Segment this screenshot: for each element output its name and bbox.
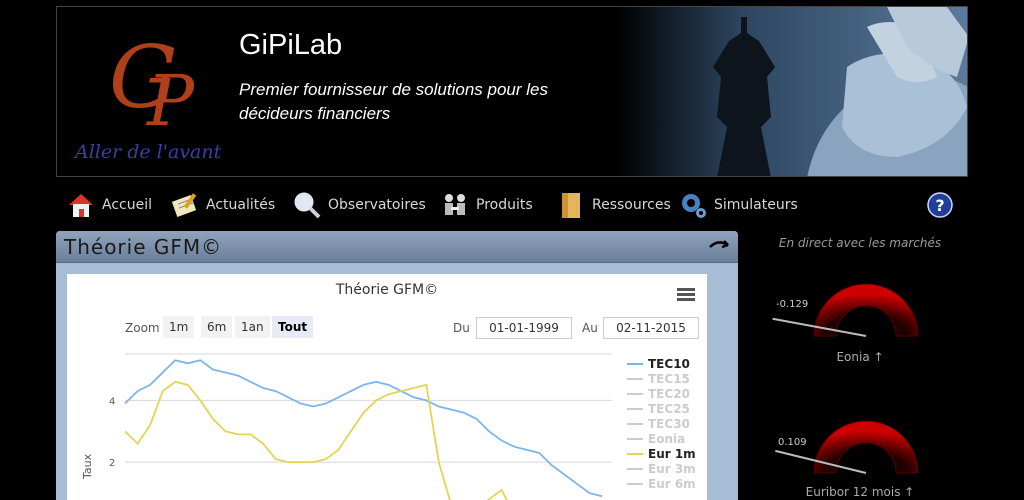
legend-item[interactable]: Eur 6m <box>627 476 696 491</box>
legend-item[interactable]: TEC25 <box>627 401 696 416</box>
legend-label: TEC30 <box>648 416 690 431</box>
legend-label: Eonia <box>648 431 686 446</box>
legend-item[interactable]: Eur 1m <box>627 446 696 461</box>
chart-panel: Théorie GFM© Théorie GFM© Zoom 1m 6m 1an… <box>56 231 738 500</box>
zoom-6m-button[interactable]: 6m <box>201 316 233 338</box>
legend-item[interactable]: Eur 3m <box>627 461 696 476</box>
series-line-eur-1m <box>124 380 508 500</box>
legend-label: Eur 3m <box>648 461 696 476</box>
nav-label: Observatoires <box>328 197 426 213</box>
legend-swatch <box>627 422 643 425</box>
y-tick-label: 2 <box>109 458 115 469</box>
help-icon[interactable]: ? <box>927 192 953 218</box>
handshake-icon <box>445 194 465 215</box>
nav-label: Accueil <box>102 197 152 213</box>
chart-legend: TEC10 TEC15 TEC20 TEC25 TEC30 Eonia Eur 1m Eur … <box>627 356 696 491</box>
gear-icon <box>682 194 706 218</box>
panel-title: Théorie GFM© <box>64 235 223 259</box>
zoom-1m-button[interactable]: 1m <box>163 316 195 338</box>
legend-swatch <box>627 377 643 380</box>
nav-item-observatoires[interactable]: Observatoires <box>292 186 426 224</box>
legend-item[interactable]: TEC30 <box>627 416 696 431</box>
to-label: Au <box>582 321 598 335</box>
chart-title: Théorie GFM© <box>335 282 439 298</box>
gauge-value: -0.129 <box>776 299 809 310</box>
series-line-tec10 <box>124 359 603 498</box>
gauge-arc <box>813 283 919 337</box>
gauge-value: 0.109 <box>778 437 807 448</box>
svg-text:?: ? <box>935 196 944 215</box>
eonia-gauge: -0.129 Eonia ↑ <box>760 278 960 368</box>
folder-icon <box>562 193 580 218</box>
nav-item-accueil[interactable]: Accueil <box>66 186 152 224</box>
nav-item-simulateurs[interactable]: Simulateurs <box>678 186 798 224</box>
site-tagline: Premier fournisseur de solutions pour le… <box>239 80 548 123</box>
chart-plot: 4 2 Taux <box>81 353 612 500</box>
gauge-arc <box>813 420 919 474</box>
gauge-name: Eonia ↑ <box>836 350 884 364</box>
from-date-input[interactable]: 01-01-1999 <box>476 317 572 339</box>
legend-swatch <box>627 467 643 470</box>
legend-label: Eur 1m <box>648 446 696 461</box>
nav-item-actualites[interactable]: Actualités <box>170 186 275 224</box>
nav-item-produits[interactable]: Produits <box>440 186 533 224</box>
legend-label: TEC15 <box>648 371 690 386</box>
nav-label: Ressources <box>592 197 671 213</box>
legend-swatch <box>627 407 643 410</box>
legend-item[interactable]: TEC20 <box>627 386 696 401</box>
nav-label: Actualités <box>206 197 276 213</box>
nav-label: Produits <box>476 197 533 213</box>
to-date-input[interactable]: 02-11-2015 <box>603 317 699 339</box>
nav-label: Simulateurs <box>714 197 798 213</box>
gauge-name: Euribor 12 mois ↑ <box>805 485 915 499</box>
legend-label: TEC25 <box>648 401 690 416</box>
y-tick-label: 4 <box>109 396 115 407</box>
chart-container: Théorie GFM© Zoom 1m 6m 1an Tout Du 01-0… <box>67 274 707 500</box>
zoom-1an-button[interactable]: 1an <box>235 316 270 338</box>
nav-item-ressources[interactable]: Ressources <box>556 186 671 224</box>
zoom-tout-button[interactable]: Tout <box>272 316 314 338</box>
logo-letter-p: P <box>145 60 196 142</box>
legend-swatch <box>627 362 643 365</box>
legend-swatch <box>627 437 643 440</box>
home-icon <box>69 194 93 217</box>
zoom-label: Zoom <box>125 321 160 335</box>
legend-swatch <box>627 392 643 395</box>
from-label: Du <box>453 321 470 335</box>
legend-item[interactable]: TEC10 <box>627 356 696 371</box>
legend-swatch <box>627 452 643 455</box>
site-banner: G P Aller de l'avant GiPiLab Premier fou… <box>56 6 968 177</box>
collapse-arrow-icon[interactable] <box>708 237 730 255</box>
main-navigation: Accueil Actualités Observatoires Produit… <box>56 186 968 224</box>
logo-slogan: Aller de l'avant <box>75 141 222 163</box>
panel-header: Théorie GFM© <box>56 231 738 263</box>
legend-label: TEC10 <box>648 356 690 371</box>
legend-item[interactable]: Eonia <box>627 431 696 446</box>
legend-item[interactable]: TEC15 <box>627 371 696 386</box>
magnifier-icon <box>294 192 321 219</box>
live-caption: En direct avec les marchés <box>778 236 942 250</box>
chess-mouse-illustration <box>617 7 967 176</box>
site-title: GiPiLab <box>239 29 343 61</box>
legend-label: TEC20 <box>648 386 690 401</box>
legend-swatch <box>627 482 643 485</box>
chart-menu-icon[interactable] <box>677 288 695 302</box>
legend-label: Eur 6m <box>648 476 696 491</box>
y-axis-label: Taux <box>81 453 94 480</box>
notepad-icon <box>171 193 197 217</box>
euribor-gauge: 0.109 Euribor 12 mois ↑ <box>760 415 960 500</box>
